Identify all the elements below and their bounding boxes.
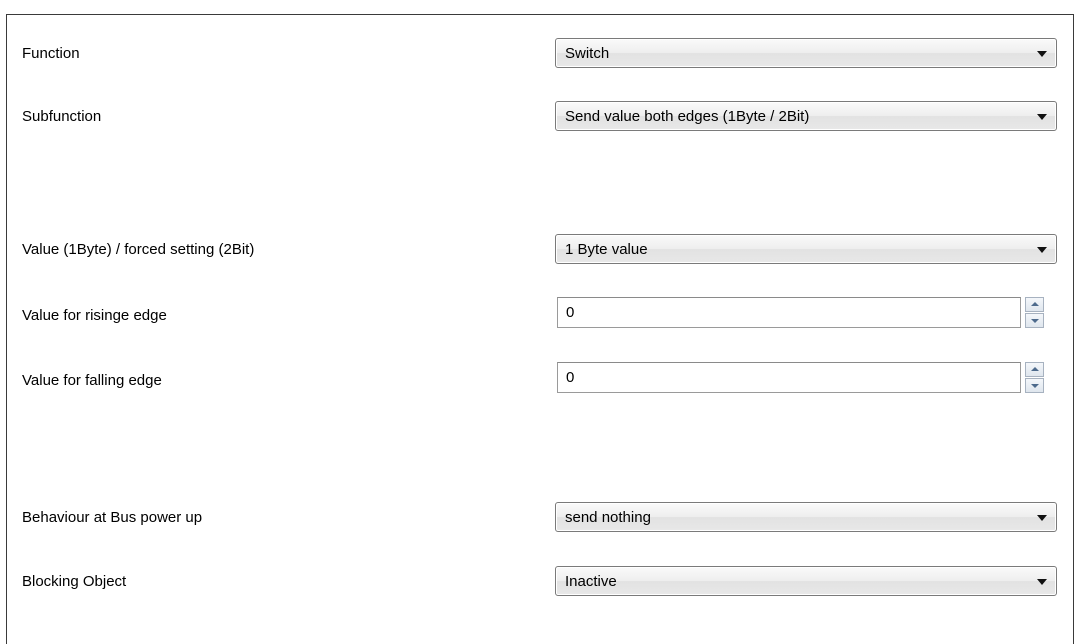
rising-edge-spinner	[1025, 297, 1044, 328]
chevron-down-icon	[1037, 579, 1047, 585]
chevron-down-icon	[1037, 515, 1047, 521]
blocking-object-select-value: Inactive	[565, 573, 617, 590]
falling-edge-spinner	[1025, 362, 1044, 393]
bus-power-up-select-value: send nothing	[565, 509, 651, 526]
bus-power-up-select[interactable]: send nothing	[555, 502, 1057, 532]
rising-edge-input-value: 0	[566, 304, 575, 321]
falling-edge-input-value: 0	[566, 369, 575, 386]
subfunction-label: Subfunction	[22, 108, 102, 125]
parameter-panel: Function Switch Subfunction Send value b…	[6, 14, 1074, 644]
rising-edge-input[interactable]: 0	[557, 297, 1021, 328]
rising-edge-label: Value for risinge edge	[22, 307, 167, 324]
value-type-select-value: 1 Byte value	[565, 241, 648, 258]
chevron-down-icon	[1037, 114, 1047, 120]
function-select-value: Switch	[565, 45, 610, 62]
arrow-down-icon[interactable]	[1025, 378, 1044, 393]
value-type-label: Value (1Byte) / forced setting (2Bit)	[22, 241, 255, 258]
subfunction-select-value: Send value both edges (1Byte / 2Bit)	[565, 108, 810, 125]
function-label: Function	[22, 45, 80, 62]
chevron-down-icon	[1037, 51, 1047, 57]
value-type-select[interactable]: 1 Byte value	[555, 234, 1057, 264]
falling-edge-label: Value for falling edge	[22, 372, 162, 389]
arrow-down-icon[interactable]	[1025, 313, 1044, 328]
falling-edge-input[interactable]: 0	[557, 362, 1021, 393]
function-select[interactable]: Switch	[555, 38, 1057, 68]
chevron-down-icon	[1037, 247, 1047, 253]
arrow-up-icon[interactable]	[1025, 297, 1044, 312]
blocking-object-select[interactable]: Inactive	[555, 566, 1057, 596]
blocking-object-label: Blocking Object	[22, 573, 127, 590]
subfunction-select[interactable]: Send value both edges (1Byte / 2Bit)	[555, 101, 1057, 131]
arrow-up-icon[interactable]	[1025, 362, 1044, 377]
bus-power-up-label: Behaviour at Bus power up	[22, 509, 203, 526]
